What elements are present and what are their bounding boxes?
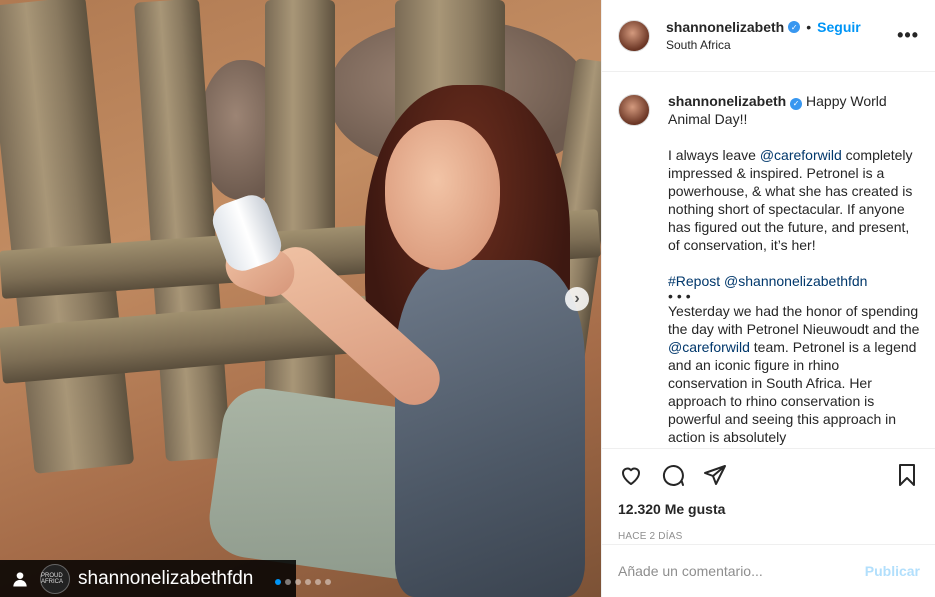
chevron-right-icon: › (574, 290, 580, 307)
carousel-dot (325, 579, 331, 585)
caption-paragraph-1: I always leave @careforwild completely i… (668, 146, 920, 254)
carousel-dot (315, 579, 321, 585)
caption-intro: shannonelizabeth ✓ Happy World Animal Da… (668, 92, 920, 128)
photo-scene (0, 0, 601, 597)
carousel-next-button[interactable]: › (565, 287, 589, 311)
caption-text: shannonelizabeth ✓ Happy World Animal Da… (668, 92, 920, 448)
person-tag-icon[interactable] (8, 567, 32, 591)
caption-section: shannonelizabeth ✓ Happy World Animal Da… (602, 72, 935, 448)
tag-avatar: PROUD AFRICA (40, 563, 70, 594)
caption-avatar[interactable] (618, 94, 650, 126)
header-text: shannonelizabeth ✓ • Seguir South Africa (666, 19, 897, 52)
follow-button[interactable]: Seguir (817, 19, 861, 35)
post-photo[interactable]: › PROUD AFRICA shannonelizabethfdn (0, 0, 601, 597)
tag-username: shannonelizabethfdn (78, 567, 254, 589)
post-actions: 12.320 Me gusta HACE 2 DÍAS (602, 448, 935, 542)
post-details-panel: shannonelizabeth ✓ • Seguir South Africa… (601, 0, 935, 597)
caption-paragraph-2: Yesterday we had the honor of spending t… (668, 302, 920, 446)
bookmark-icon[interactable] (894, 462, 920, 488)
caption-text-span: I always leave (668, 147, 760, 163)
verified-badge-icon: ✓ (788, 21, 801, 33)
likes-count[interactable]: 12.320 Me gusta (618, 501, 920, 517)
post-header: shannonelizabeth ✓ • Seguir South Africa… (602, 0, 935, 72)
hashtag-repost-link[interactable]: #Repost @shannonelizabethfdn (668, 273, 867, 289)
comment-form: Publicar (602, 544, 935, 597)
caption-username[interactable]: shannonelizabeth (668, 93, 786, 109)
carousel-dot (305, 579, 311, 585)
mention-link[interactable]: @careforwild (760, 147, 842, 163)
photo-watermark-tag: PROUD AFRICA shannonelizabethfdn (0, 560, 296, 597)
comment-input[interactable] (618, 563, 865, 579)
carousel-indicator (275, 579, 331, 585)
header-row: shannonelizabeth ✓ • Seguir (666, 19, 897, 35)
woman-shirt (395, 260, 585, 597)
comment-icon[interactable] (660, 462, 686, 488)
caption-repost: #Repost @shannonelizabethfdn ••• (668, 272, 920, 304)
caption-dots: ••• (668, 288, 695, 304)
publish-button[interactable]: Publicar (865, 563, 920, 579)
avatar[interactable] (618, 19, 650, 52)
paper-plane-icon[interactable] (702, 462, 728, 488)
verified-badge-icon: ✓ (790, 98, 803, 110)
post-timestamp[interactable]: HACE 2 DÍAS (618, 531, 920, 542)
heart-icon[interactable] (618, 462, 644, 488)
separator-dot: • (806, 19, 812, 35)
caption-text-span: Yesterday we had the honor of spending t… (668, 303, 920, 337)
mention-link[interactable]: @careforwild (668, 339, 750, 355)
more-options-icon[interactable]: ••• (897, 25, 919, 46)
location-link[interactable]: South Africa (666, 38, 897, 52)
action-icons-row (618, 449, 920, 501)
carousel-dot (295, 579, 301, 585)
tag-avatar-text: PROUD AFRICA (41, 572, 64, 585)
fence-post (0, 0, 135, 474)
carousel-dot (285, 579, 291, 585)
username-link[interactable]: shannonelizabeth (666, 19, 784, 35)
woman-face (385, 120, 500, 270)
carousel-dot (275, 579, 281, 585)
